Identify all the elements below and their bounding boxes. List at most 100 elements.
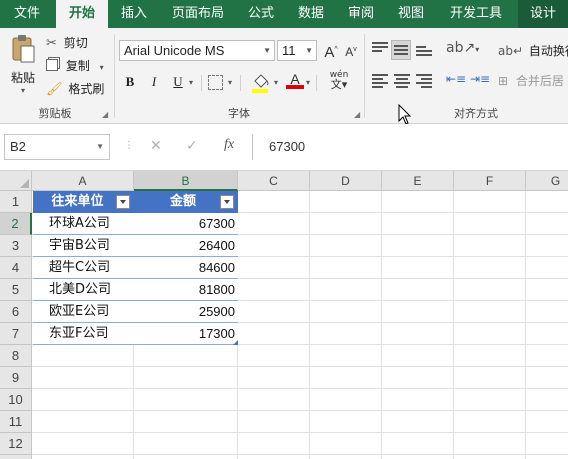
align-right-icon[interactable] [416, 74, 432, 88]
clipboard-launcher-icon[interactable]: ◢ [102, 110, 108, 119]
table-cell-company[interactable]: 东亚F公司 [33, 323, 134, 345]
tab-view[interactable]: 视图 [390, 0, 432, 28]
wrap-text-button[interactable]: ab↵ 自动换行 [498, 42, 568, 60]
column-header-e[interactable]: E [382, 171, 454, 191]
row-header-7[interactable]: 7 [0, 323, 32, 345]
font-color-dropdown-icon[interactable]: ▾ [306, 78, 310, 87]
borders-icon[interactable] [208, 75, 223, 90]
align-left-icon[interactable] [372, 74, 388, 88]
select-all-button[interactable] [0, 171, 32, 191]
font-color-button[interactable]: A [286, 71, 304, 93]
row-header-11[interactable]: 11 [0, 411, 32, 433]
row-header-13[interactable]: 13 [0, 455, 32, 459]
tab-home[interactable]: 开始 [56, 0, 108, 29]
italic-button[interactable]: I [145, 72, 163, 92]
cut-button[interactable]: ✂ 剪切 [46, 34, 88, 52]
table-cell-amount[interactable]: 81800 [134, 279, 238, 301]
gridline [32, 366, 568, 367]
column-header-a[interactable]: A [32, 171, 134, 191]
table-row-border [33, 344, 238, 345]
alignment-group-label: 对齐方式 [454, 107, 498, 120]
table-resize-handle[interactable] [233, 340, 238, 345]
underline-dropdown-icon[interactable]: ▾ [189, 78, 193, 87]
paste-label: 粘贴 [10, 71, 35, 85]
table-cell-company[interactable]: 北美D公司 [33, 279, 134, 301]
paste-button[interactable]: 粘贴 ▾ [6, 34, 40, 95]
cancel-icon[interactable]: ✕ [150, 138, 162, 154]
column-header-c[interactable]: C [238, 171, 310, 191]
gridline [381, 191, 382, 459]
table-cell-amount[interactable]: 26400 [134, 235, 238, 257]
font-size-select[interactable]: 11 ▼ [277, 40, 317, 61]
formula-input[interactable]: 67300 [252, 134, 568, 160]
row-header-2[interactable]: 2 [0, 213, 32, 235]
tab-file[interactable]: 文件 [4, 0, 50, 28]
filter-dropdown-icon[interactable] [220, 195, 234, 209]
filter-dropdown-icon[interactable] [116, 195, 130, 209]
tab-formulas[interactable]: 公式 [240, 0, 282, 28]
row-header-4[interactable]: 4 [0, 257, 32, 279]
borders-dropdown-icon[interactable]: ▾ [228, 78, 232, 87]
merge-label: 合并后居 [515, 74, 564, 88]
table-cell-company[interactable]: 宇宙B公司 [33, 235, 134, 257]
font-launcher-icon[interactable]: ◢ [354, 110, 360, 119]
font-name-select[interactable]: Arial Unicode MS ▼ [119, 40, 275, 61]
copy-dropdown-icon: ▾ [99, 63, 104, 72]
insert-function-icon[interactable]: fx [224, 137, 234, 153]
row-header-6[interactable]: 6 [0, 301, 32, 323]
tab-review[interactable]: 审阅 [340, 0, 382, 28]
merge-icon: ⊞ [498, 74, 509, 88]
middle-align-icon[interactable] [391, 40, 411, 60]
column-header-g[interactable]: G [526, 171, 568, 191]
row-header-12[interactable]: 12 [0, 433, 32, 455]
copy-label: 复制 [65, 59, 90, 73]
table-header-amount[interactable]: 金额 [134, 191, 238, 213]
table-cell-amount[interactable]: 84600 [134, 257, 238, 279]
fill-color-button[interactable] [250, 71, 272, 93]
column-header-d[interactable]: D [310, 171, 382, 191]
tab-page-layout[interactable]: 页面布局 [162, 0, 234, 28]
format-painter-button[interactable]: 🖌 格式刷 [46, 80, 104, 98]
brush-icon: 🖌 [46, 82, 63, 97]
increase-font-button[interactable]: A^ [322, 40, 340, 61]
table-cell-company[interactable]: 欧亚E公司 [33, 301, 134, 323]
copy-icon [46, 59, 58, 71]
underline-button[interactable]: U [169, 72, 187, 92]
chevron-down-icon: ▼ [263, 46, 271, 55]
top-align-icon[interactable] [372, 42, 388, 56]
row-header-8[interactable]: 8 [0, 345, 32, 367]
table-cell-company[interactable]: 超牛C公司 [33, 257, 134, 279]
table-cell-amount[interactable]: 25900 [134, 301, 238, 323]
phonetic-button[interactable]: wén 文▾ [324, 70, 354, 94]
increase-indent-icon[interactable]: ⇥≡ [470, 72, 490, 86]
decrease-font-button[interactable]: Av [342, 40, 360, 60]
row-header-5[interactable]: 5 [0, 279, 32, 301]
column-header-b[interactable]: B [134, 171, 238, 191]
column-header-f[interactable]: F [454, 171, 526, 191]
divider [201, 75, 202, 91]
tab-design[interactable]: 设计 [518, 0, 568, 28]
tab-insert[interactable]: 插入 [112, 0, 156, 28]
row-header-10[interactable]: 10 [0, 389, 32, 411]
tab-developer[interactable]: 开发工具 [440, 0, 512, 28]
orientation-icon[interactable]: ab↗▾ [446, 40, 479, 56]
align-center-icon[interactable] [394, 74, 410, 88]
merge-center-button[interactable]: ⊞ 合并后居 [498, 72, 564, 90]
tab-data[interactable]: 数据 [290, 0, 332, 28]
row-header-9[interactable]: 9 [0, 367, 32, 389]
table-cell-amount[interactable]: 17300 [134, 323, 238, 345]
decrease-indent-icon[interactable]: ⇤≡ [446, 72, 466, 86]
bold-button[interactable]: B [121, 72, 139, 92]
name-box[interactable]: B2 ▼ [4, 134, 110, 160]
copy-button[interactable]: 复制 ▾ [46, 57, 104, 75]
row-header-1[interactable]: 1 [0, 191, 32, 213]
table-cell-company[interactable]: 环球A公司 [33, 213, 134, 235]
paste-icon [12, 35, 35, 63]
table-cell-amount[interactable]: 67300 [134, 213, 238, 235]
table-header-company[interactable]: 往来单位 [33, 191, 134, 213]
worksheet-grid[interactable]: A B C D E F G 1 2 3 4 5 6 7 8 9 10 11 12… [0, 170, 568, 459]
row-header-3[interactable]: 3 [0, 235, 32, 257]
bottom-align-icon[interactable] [416, 46, 432, 60]
fill-color-dropdown-icon[interactable]: ▾ [274, 78, 278, 87]
enter-check-icon[interactable]: ✓ [186, 138, 198, 154]
